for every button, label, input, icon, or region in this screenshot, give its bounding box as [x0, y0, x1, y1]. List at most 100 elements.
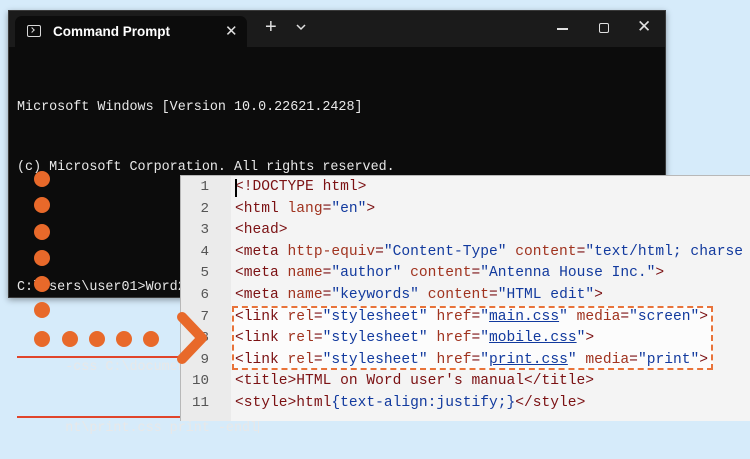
code-token: "stylesheet": [322, 330, 428, 347]
terminal-icon: [27, 25, 41, 37]
arrow-dot: [34, 197, 50, 213]
code-line: 3 <head>: [181, 220, 750, 242]
arrow-dot: [34, 224, 50, 240]
code-token: "author": [331, 265, 402, 282]
chevron-down-icon[interactable]: [295, 22, 307, 32]
code-text: <html lang="en">: [235, 199, 375, 221]
arrow-dot: [116, 331, 132, 347]
code-token: ": [480, 351, 490, 368]
link-filename: main.css: [489, 308, 560, 325]
code-token: =: [313, 308, 323, 325]
code-token: "text/html; charse: [585, 243, 743, 260]
code-token: ": [480, 308, 490, 325]
code-token: <html: [235, 200, 288, 217]
code-token: >: [594, 286, 603, 303]
code-token: content: [427, 286, 489, 303]
code-line: 1 <!DOCTYPE html>: [181, 177, 750, 199]
code-token: >: [366, 200, 376, 217]
code-token: =: [313, 351, 323, 368]
maximize-icon[interactable]: [599, 23, 609, 33]
code-editor[interactable]: 1 <!DOCTYPE html> 2 <html lang="en"> 3 <head>…: [180, 175, 750, 421]
code-token: content: [410, 265, 472, 282]
code-text: <link rel="stylesheet" href="mobile.css"…: [235, 328, 594, 350]
code-token: =: [471, 308, 481, 325]
code-token: =: [629, 351, 638, 368]
code-token: name: [287, 265, 323, 282]
code-token: ": [480, 330, 490, 347]
code-token: "Content-Type": [383, 243, 507, 260]
code-line: 2 <html lang="en">: [181, 199, 750, 221]
code-line: 5 <meta name="author" content="Antenna Ho…: [181, 263, 750, 285]
minimize-icon[interactable]: [557, 28, 568, 30]
tab-title: Command Prompt: [53, 24, 171, 39]
code-text: <link rel="stylesheet" href="main.css" m…: [235, 307, 708, 329]
code-token: =: [489, 286, 498, 303]
code-text: <head>: [235, 220, 288, 242]
code-token: <link: [235, 351, 288, 368]
code-token: =: [471, 265, 481, 282]
code-token: "keywords": [331, 286, 419, 303]
code-token: <meta: [235, 243, 288, 260]
arrow-dot: [34, 331, 50, 347]
code-token: content: [515, 243, 577, 260]
arrow-dot: [34, 171, 50, 187]
code-token: lang: [287, 200, 323, 217]
code-line: 4 <meta http-equiv="Content-Type" content…: [181, 242, 750, 264]
code-line: 7 <link rel="stylesheet" href="main.css" …: [181, 307, 750, 329]
code-token: =: [620, 308, 630, 325]
line-number: 11: [191, 394, 209, 411]
code-text: <link rel="stylesheet" href="print.css" …: [235, 350, 708, 372]
arrow-dot: [143, 331, 159, 347]
code-token: http-equiv: [287, 243, 376, 260]
code-text: <title>HTML on Word user's manual</title…: [235, 371, 594, 393]
new-tab-button[interactable]: +: [265, 17, 277, 37]
code-text: <meta name="author" content="Antenna Hou…: [235, 263, 664, 285]
code-token: "en": [331, 200, 367, 217]
code-token: "stylesheet": [322, 308, 428, 325]
code-token: <link: [235, 330, 288, 347]
code-token: {text-align:justify;}: [331, 394, 516, 411]
code-token: <!DOCTYPE html>: [235, 179, 367, 195]
code-text: <meta name="keywords" content="HTML edit…: [235, 285, 603, 307]
code-token: >: [585, 330, 595, 347]
line-number: 3: [200, 222, 209, 239]
code-token: <style>html: [235, 394, 332, 411]
code-token: </style>: [515, 394, 586, 411]
arrow-icon: [177, 312, 207, 364]
code-token: rel: [287, 308, 314, 325]
code-line: 10 <title>HTML on Word user's manual</tit…: [181, 371, 750, 393]
link-filename: print.css: [489, 351, 568, 368]
close-tab-icon[interactable]: ✕: [225, 22, 238, 40]
arrow-dot: [34, 302, 50, 318]
code-token: =: [313, 330, 323, 347]
code-token: name: [287, 286, 323, 303]
code-token: <meta: [235, 286, 288, 303]
code-line: 6 <meta name="keywords" content="HTML edi…: [181, 285, 750, 307]
code-token: =: [375, 243, 384, 260]
arrow-dot: [34, 276, 50, 292]
code-lines: 1 <!DOCTYPE html> 2 <html lang="en"> 3 <head>…: [181, 177, 750, 415]
close-window-icon[interactable]: ✕: [637, 18, 651, 35]
tab-command-prompt[interactable]: Command Prompt ✕: [15, 16, 247, 47]
console-line: Microsoft Windows [Version 10.0.22621.24…: [17, 100, 363, 115]
code-token: >: [655, 265, 665, 282]
code-token: <head>: [235, 222, 288, 239]
code-line: 9 <link rel="stylesheet" href="print.css"…: [181, 350, 750, 372]
code-token: "screen": [629, 308, 700, 325]
code-token: href: [436, 308, 472, 325]
code-token: "HTML edit": [497, 286, 595, 303]
code-token: =: [471, 330, 481, 347]
link-filename: mobile.css: [489, 330, 577, 347]
code-token: href: [436, 330, 472, 347]
code-token: <title>HTML on Word user's manual</title…: [235, 373, 595, 390]
line-number: 5: [200, 265, 209, 282]
code-token: href: [436, 351, 472, 368]
line-number: 10: [191, 373, 209, 390]
code-token: >: [699, 308, 708, 325]
code-token: "stylesheet": [322, 351, 428, 368]
code-line: 11 <style>html{text-align:justify;}</styl…: [181, 393, 750, 415]
